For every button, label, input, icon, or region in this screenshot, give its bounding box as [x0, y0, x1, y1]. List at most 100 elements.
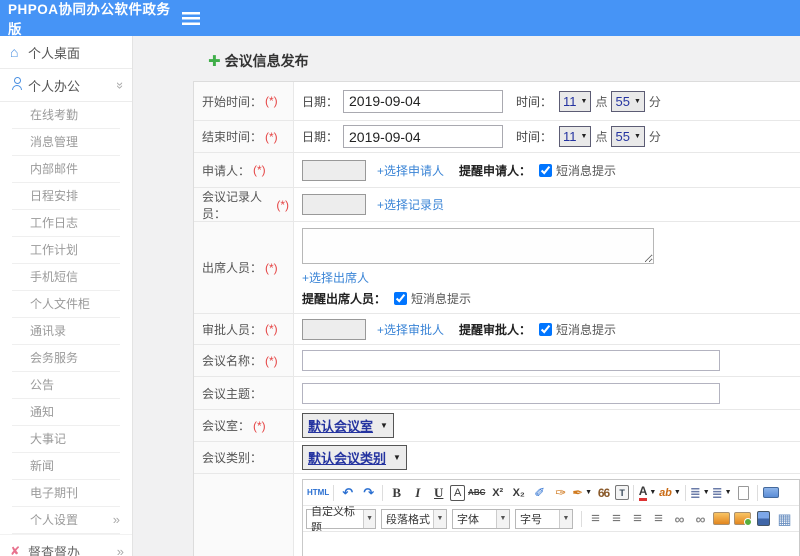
editor-content-area[interactable] [303, 532, 799, 556]
start-hour-select[interactable]: 11 ▼ [559, 90, 592, 112]
sidebar-item-internal-mail[interactable]: 内部邮件 [12, 156, 120, 183]
start-time-label: 开始时间： (*) [194, 82, 294, 120]
attendees-sms-checkbox[interactable] [394, 292, 408, 305]
sidebar-item-memorabilia[interactable]: 大事记 [12, 426, 120, 453]
caret-down-icon: ▼ [380, 421, 388, 430]
redo-icon[interactable]: ↷ [359, 483, 378, 503]
home-icon: ⌂ [10, 44, 19, 60]
format-painter-icon[interactable]: ✒ ▼ [572, 483, 592, 503]
form-row-applicant: 申请人： (*) +选择申请人 提醒申请人： 短消息提示 [194, 153, 800, 188]
char-border-icon[interactable]: A [450, 484, 466, 501]
start-date-input[interactable] [343, 89, 504, 113]
attendees-textarea[interactable] [302, 228, 654, 264]
italic-icon[interactable]: I [408, 483, 427, 503]
sidebar-submenu: 在线考勤 消息管理 内部邮件 日程安排 工作日志 工作计划 手机短信 个人文件柜… [0, 102, 132, 534]
meeting-subject-input[interactable] [302, 382, 720, 404]
fullscreen-icon[interactable] [762, 483, 781, 503]
sidebar-item-work-plan[interactable]: 工作计划 [12, 237, 120, 264]
bold-icon[interactable]: B [387, 483, 406, 503]
applicant-input[interactable] [302, 159, 366, 181]
start-minute-select[interactable]: 55 ▼ [611, 90, 645, 112]
select-recorder-link[interactable]: +选择记录员 [377, 196, 444, 213]
end-minute-select[interactable]: 55 ▼ [611, 126, 645, 147]
sidebar-item-file-cabinet[interactable]: 个人文件柜 [12, 291, 120, 318]
sidebar-item-sms[interactable]: 手机短信 [12, 264, 120, 291]
sidebar-item-contacts[interactable]: 通讯录 [12, 318, 120, 345]
insert-image-icon[interactable] [712, 509, 731, 529]
approver-sms-checkbox[interactable] [539, 322, 553, 336]
upload-image-icon[interactable] [733, 509, 752, 529]
applicant-sms-checkbox[interactable] [539, 163, 553, 177]
blockquote-icon[interactable]: 66 [594, 483, 613, 503]
sidebar-item-supervise[interactable]: ✘ 督查督办 » [0, 534, 132, 556]
sidebar-item-news[interactable]: 新闻 [12, 453, 120, 480]
meeting-room-select[interactable]: 默认会议室 ▼ [302, 413, 394, 438]
font-color-icon[interactable]: A ▼ [638, 483, 657, 503]
superscript-icon[interactable]: X² [488, 483, 507, 503]
remove-link-icon[interactable]: ∞ [691, 509, 710, 529]
select-attendees-link[interactable]: +选择出席人 [302, 269, 369, 286]
sidebar-item-office[interactable]: 个人办公 » [0, 69, 132, 102]
new-page-icon[interactable] [734, 483, 753, 503]
end-hour-select[interactable]: 11 ▼ [559, 126, 592, 147]
caret-down-icon: ▼ [702, 489, 710, 496]
form-row-recorder: 会议记录人员： (*) +选择记录员 [194, 188, 800, 222]
insert-table-icon[interactable]: ▦ [775, 509, 794, 529]
eraser-icon[interactable]: ✐ [530, 483, 549, 503]
meeting-form: 开始时间： (*) 日期： 时间： 11 ▼ 点 55 [193, 81, 800, 556]
ordered-list-icon[interactable]: ≣ ▼ [690, 483, 710, 503]
meeting-category-select[interactable]: 默认会议类别 ▼ [302, 445, 407, 470]
sidebar-item-notices[interactable]: 通知 [12, 399, 120, 426]
align-left-icon[interactable]: ≡ [586, 509, 605, 529]
minute-unit-label: 分 [648, 130, 661, 144]
meeting-subject-label: 会议主题： [194, 377, 294, 409]
caret-down-icon: ▼ [496, 509, 509, 528]
end-date-input[interactable] [343, 125, 504, 148]
highlight-color-icon[interactable]: ab ▼ [659, 483, 681, 503]
sidebar-item-schedule[interactable]: 日程安排 [12, 183, 120, 210]
align-justify-icon[interactable]: ≡ [649, 509, 668, 529]
approver-input[interactable] [302, 318, 366, 340]
sidebar-item-settings[interactable]: 个人设置 » [12, 507, 120, 534]
sidebar-item-announcements[interactable]: 公告 [12, 372, 120, 399]
clear-format-icon[interactable]: ✑ [551, 483, 570, 503]
font-family-select[interactable]: 字体 ▼ [452, 508, 510, 529]
meeting-name-label: 会议名称： (*) [194, 345, 294, 376]
sidebar-item-e-journal[interactable]: 电子期刊 [12, 480, 120, 507]
select-applicant-link[interactable]: +选择申请人 [377, 162, 444, 179]
paste-icon[interactable]: T [615, 485, 630, 500]
font-size-select[interactable]: 字号 ▼ [515, 508, 573, 529]
recorder-input[interactable] [302, 194, 366, 215]
required-mark: (*) [265, 260, 278, 275]
attendees-label: 出席人员： (*) [194, 222, 294, 313]
strikethrough-icon[interactable]: ABC [467, 483, 486, 503]
undo-icon[interactable]: ↶ [338, 483, 357, 503]
topbar: PHPOA协同办公软件政务版 [0, 0, 800, 37]
select-approver-link[interactable]: +选择审批人 [377, 321, 444, 338]
html-source-icon[interactable]: HTML [307, 483, 329, 503]
align-center-icon[interactable]: ≡ [607, 509, 626, 529]
meeting-name-input[interactable] [302, 350, 720, 371]
unordered-list-icon[interactable]: ≣ ▼ [712, 483, 732, 503]
sidebar-item-messages[interactable]: 消息管理 [12, 129, 120, 156]
meeting-room-label: 会议室： (*) [194, 410, 294, 441]
custom-title-select[interactable]: 自定义标题 ▼ [306, 506, 376, 531]
sidebar-item-desktop[interactable]: ⌂ 个人桌面 [0, 36, 132, 69]
hamburger-menu-icon[interactable] [182, 11, 200, 25]
subscript-icon[interactable]: X₂ [509, 483, 528, 503]
end-time-label: 结束时间： (*) [194, 121, 294, 152]
add-icon: ✚ [208, 53, 221, 70]
sidebar-item-attendance[interactable]: 在线考勤 [12, 102, 120, 129]
sms-tip-label: 短消息提示 [556, 322, 617, 337]
form-row-meeting-room: 会议室： (*) 默认会议室 ▼ [194, 410, 800, 442]
sms-tip-label: 短消息提示 [411, 292, 472, 306]
insert-link-icon[interactable]: ∞ [670, 509, 689, 529]
insert-media-icon[interactable] [754, 509, 773, 529]
sidebar-item-work-log[interactable]: 工作日志 [12, 210, 120, 237]
underline-icon[interactable]: U [429, 483, 448, 503]
sidebar-item-meeting-services[interactable]: 会务服务 [12, 345, 120, 372]
paragraph-format-select[interactable]: 段落格式 ▼ [381, 508, 447, 529]
required-mark: (*) [265, 129, 278, 144]
remind-attendees-label: 提醒出席人员： [302, 292, 387, 306]
align-right-icon[interactable]: ≡ [628, 509, 647, 529]
